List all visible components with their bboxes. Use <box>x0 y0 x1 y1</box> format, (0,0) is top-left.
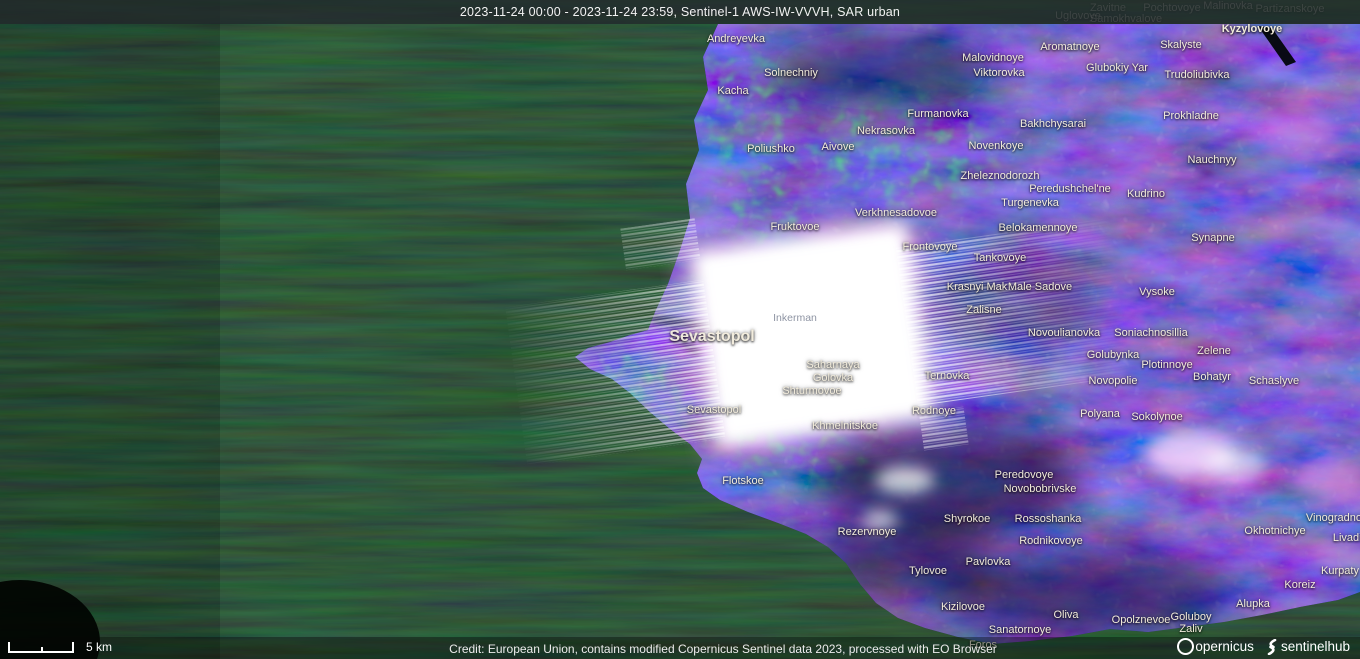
timespan-layer-title: 2023-11-24 00:00 - 2023-11-24 23:59, Sen… <box>460 5 900 19</box>
attribution-bar: Credit: European Union, contains modifie… <box>0 637 1360 659</box>
credit-text: Credit: European Union, contains modifie… <box>86 642 1360 656</box>
scale-bar-shape <box>8 642 74 653</box>
scale-bar-label: 5 km <box>86 641 112 653</box>
eo-browser-satellite-view: UglovoyeZavitnePochtovoyeMalinovkaPartiz… <box>0 0 1360 659</box>
sentinelhub-logo-text: sentinelhub <box>1281 639 1350 654</box>
copernicus-ring-icon <box>1177 638 1194 655</box>
satellite-map-image[interactable] <box>0 0 1360 659</box>
sentinelhub-logo[interactable]: sentinelhub <box>1266 639 1350 655</box>
map-scale-bar: 5 km <box>8 641 112 653</box>
timespan-layer-bar: 2023-11-24 00:00 - 2023-11-24 23:59, Sen… <box>0 0 1360 24</box>
copernicus-logo-text: opernicus <box>1195 639 1254 654</box>
brand-logos: opernicus sentinelhub <box>1177 638 1350 655</box>
sentinelhub-glyph-icon <box>1266 639 1278 655</box>
copernicus-logo[interactable]: opernicus <box>1177 638 1254 655</box>
